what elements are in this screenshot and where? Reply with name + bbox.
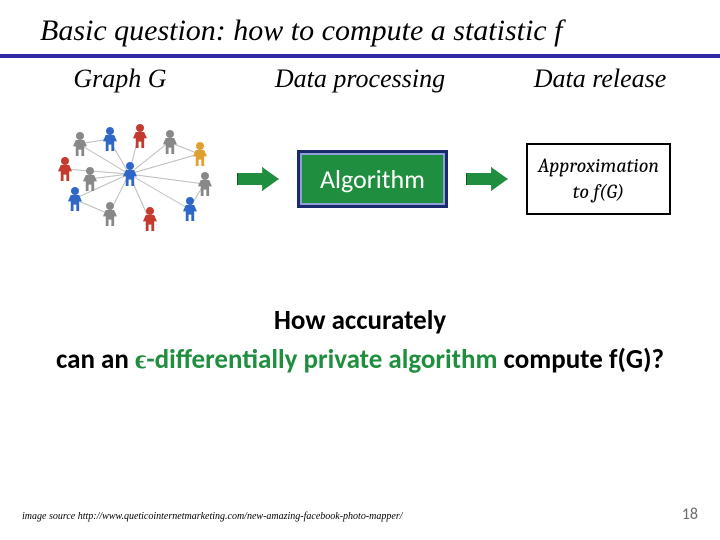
flow-row: Algorithm Approximation to f(G) <box>0 124 720 234</box>
person-icon <box>68 187 82 211</box>
person-icon <box>73 132 87 156</box>
approximation-box: Approximation to f(G) <box>526 143 671 215</box>
page-number: 18 <box>682 505 698 524</box>
social-network-icon <box>49 124 219 234</box>
image-credit: image source http://www.queticointernetm… <box>22 511 402 522</box>
algorithm-box: Algorithm <box>297 150 448 208</box>
arrow-icon <box>466 167 508 191</box>
person-icon <box>58 157 72 181</box>
question-line1: How accurately <box>0 304 720 337</box>
person-icon <box>83 167 97 191</box>
person-icon <box>133 124 147 148</box>
column-headers: Graph G Data processing Data release <box>0 64 720 94</box>
person-icon <box>123 162 137 186</box>
col-release: Data release <box>480 64 720 94</box>
q-epsilon: ϵ <box>135 344 146 375</box>
approx-line1: Approximation <box>538 153 659 179</box>
person-icon <box>163 130 177 154</box>
person-icon <box>193 142 207 166</box>
person-icon <box>103 202 117 226</box>
approx-line2: to f(G) <box>538 179 659 205</box>
person-icon <box>183 197 197 221</box>
q-suffix: compute f(G)? <box>497 343 664 376</box>
arrow-icon <box>237 167 279 191</box>
col-processing: Data processing <box>240 64 480 94</box>
slide-title: Basic question: how to compute a statist… <box>0 0 720 58</box>
person-icon <box>103 127 117 151</box>
q-prefix: can an <box>56 343 135 376</box>
person-icon <box>143 207 157 231</box>
person-icon <box>198 172 212 196</box>
col-graph: Graph G <box>0 64 240 94</box>
main-question: How accurately can an ϵ-differentially p… <box>0 304 720 376</box>
question-line2: can an ϵ-differentially private algorith… <box>0 343 720 376</box>
q-green: -differentially private algorithm <box>146 343 497 376</box>
